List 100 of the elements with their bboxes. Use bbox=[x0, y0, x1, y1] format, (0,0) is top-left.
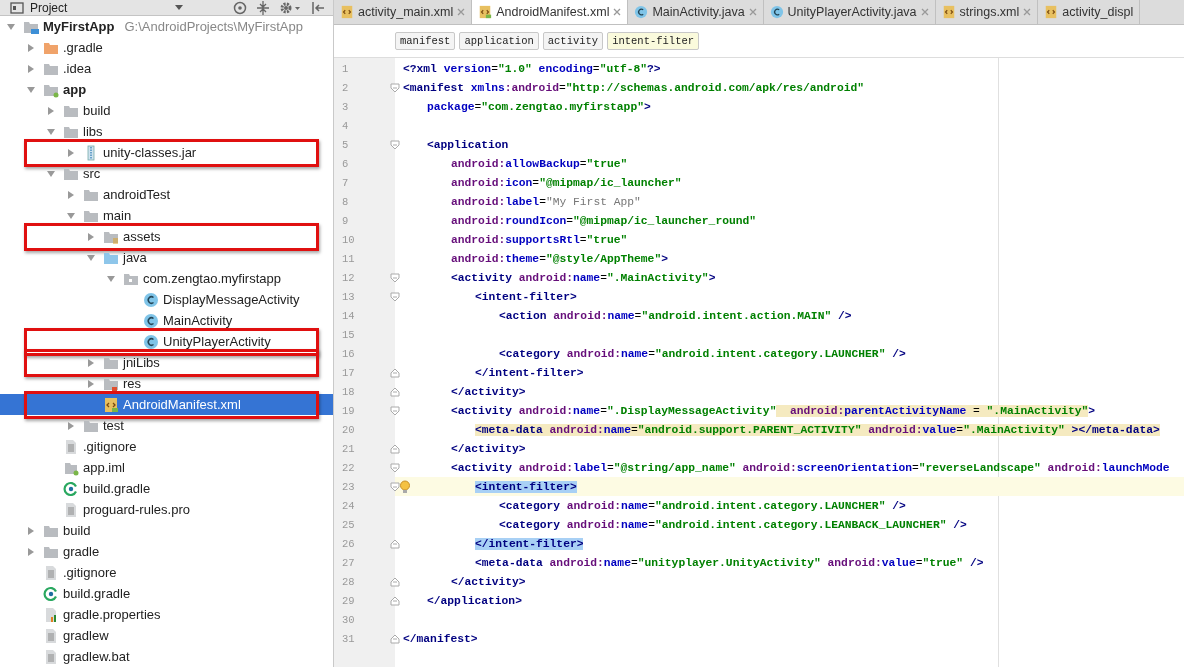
line-number: 30 bbox=[342, 613, 355, 626]
tree-item[interactable]: androidTest bbox=[0, 184, 333, 205]
tree-item[interactable]: proguard-rules.pro bbox=[0, 499, 333, 520]
tree-item[interactable]: unity-classes.jar bbox=[0, 142, 333, 163]
close-icon[interactable] bbox=[920, 8, 929, 16]
fold-start-icon[interactable] bbox=[390, 481, 400, 492]
collapsed-arrow-icon[interactable] bbox=[86, 378, 96, 389]
tree-item[interactable]: build bbox=[0, 100, 333, 121]
item-label: proguard-rules.pro bbox=[83, 502, 190, 517]
tree-item[interactable]: app bbox=[0, 79, 333, 100]
editor-tab[interactable]: strings.xml bbox=[935, 0, 1039, 24]
tree-item[interactable]: test bbox=[0, 415, 333, 436]
code-line: <activity android:name=".MainActivity"> bbox=[450, 271, 716, 284]
expanded-arrow-icon[interactable] bbox=[106, 273, 116, 284]
collapsed-arrow-icon[interactable] bbox=[26, 546, 36, 557]
hide-panel-icon[interactable] bbox=[311, 0, 325, 15]
line-number: 2 bbox=[342, 81, 349, 94]
tree-item[interactable]: main bbox=[0, 205, 333, 226]
fold-end-icon[interactable] bbox=[390, 443, 400, 454]
tree-item[interactable]: build bbox=[0, 520, 333, 541]
breadcrumb[interactable]: activity bbox=[542, 32, 604, 50]
settings-icon[interactable] bbox=[279, 0, 301, 15]
item-label: .gradle bbox=[63, 40, 103, 55]
fold-start-icon[interactable] bbox=[390, 139, 400, 150]
tree-item[interactable]: gradlew.bat bbox=[0, 646, 333, 667]
tree-item[interactable]: libs bbox=[0, 121, 333, 142]
tree-item[interactable]: build.gradle bbox=[0, 583, 333, 604]
collapsed-arrow-icon[interactable] bbox=[86, 357, 96, 368]
fold-end-icon[interactable] bbox=[390, 595, 400, 606]
expanded-arrow-icon[interactable] bbox=[6, 21, 16, 32]
expanded-arrow-icon[interactable] bbox=[46, 168, 56, 179]
editor-tab[interactable]: activity_displ bbox=[1038, 0, 1141, 24]
fold-start-icon[interactable] bbox=[390, 82, 400, 93]
close-icon[interactable] bbox=[748, 8, 757, 16]
panel-title[interactable]: Project bbox=[30, 0, 68, 15]
collapsed-arrow-icon[interactable] bbox=[66, 189, 76, 200]
fold-start-icon[interactable] bbox=[390, 272, 400, 283]
fold-end-icon[interactable] bbox=[390, 538, 400, 549]
fold-start-icon[interactable] bbox=[390, 462, 400, 473]
tree-item[interactable]: assets bbox=[0, 226, 333, 247]
expanded-arrow-icon[interactable] bbox=[66, 210, 76, 221]
tree-item[interactable]: java bbox=[0, 247, 333, 268]
collapsed-arrow-icon[interactable] bbox=[66, 420, 76, 431]
editor-tab[interactable]: UnityPlayerActivity.java bbox=[763, 0, 936, 24]
class-icon bbox=[143, 333, 159, 350]
text-file-icon bbox=[43, 564, 59, 581]
dropdown-caret-icon[interactable] bbox=[175, 5, 183, 10]
tree-item[interactable]: res bbox=[0, 373, 333, 394]
close-icon[interactable] bbox=[1023, 8, 1032, 16]
tree-item[interactable]: UnityPlayerActivity bbox=[0, 331, 333, 352]
collapse-all-icon[interactable] bbox=[257, 0, 269, 15]
tree-item[interactable]: MainActivity bbox=[0, 310, 333, 331]
tree-item[interactable]: com.zengtao.myfirstapp bbox=[0, 268, 333, 289]
tree-item[interactable]: .idea bbox=[0, 58, 333, 79]
xml-file-icon bbox=[941, 5, 956, 19]
code-line: <category android:name="android.intent.category.LAUNCHER" /> bbox=[498, 499, 906, 512]
collapsed-arrow-icon[interactable] bbox=[26, 63, 36, 74]
tree-item[interactable]: gradle.properties bbox=[0, 604, 333, 625]
fold-end-icon[interactable] bbox=[390, 576, 400, 587]
editor-tab[interactable]: AndroidManifest.xml bbox=[472, 0, 629, 24]
tree-item[interactable]: DisplayMessageActivity bbox=[0, 289, 333, 310]
tree-item[interactable]: src bbox=[0, 163, 333, 184]
tree-item[interactable]: build.gradle bbox=[0, 478, 333, 499]
breadcrumb[interactable]: application bbox=[459, 32, 539, 50]
collapsed-arrow-icon[interactable] bbox=[26, 42, 36, 53]
line-number: 7 bbox=[342, 176, 349, 189]
locate-icon[interactable] bbox=[233, 0, 247, 15]
expanded-arrow-icon[interactable] bbox=[86, 252, 96, 263]
tree-item[interactable]: jniLibs bbox=[0, 352, 333, 373]
expanded-arrow-icon[interactable] bbox=[26, 84, 36, 95]
tree-item[interactable]: .gitignore bbox=[0, 562, 333, 583]
expanded-arrow-icon[interactable] bbox=[46, 126, 56, 137]
collapsed-arrow-icon[interactable] bbox=[46, 105, 56, 116]
close-icon[interactable] bbox=[613, 8, 622, 16]
tree-item[interactable]: .gradle bbox=[0, 37, 333, 58]
editor-tab[interactable]: MainActivity.java bbox=[628, 0, 764, 24]
tree-item[interactable]: gradlew bbox=[0, 625, 333, 646]
fold-start-icon[interactable] bbox=[390, 291, 400, 302]
tree-item[interactable]: .gitignore bbox=[0, 436, 333, 457]
fold-end-icon[interactable] bbox=[390, 367, 400, 378]
breadcrumb[interactable]: intent-filter bbox=[607, 32, 700, 50]
collapsed-arrow-icon[interactable] bbox=[66, 147, 76, 158]
breadcrumb[interactable]: manifest bbox=[395, 32, 456, 50]
code-line: <category android:name="android.intent.category.LAUNCHER" /> bbox=[498, 347, 906, 360]
item-label: build.gradle bbox=[83, 481, 151, 496]
close-icon[interactable] bbox=[457, 8, 466, 16]
collapsed-arrow-icon[interactable] bbox=[86, 231, 96, 242]
class-icon bbox=[634, 5, 649, 19]
fold-end-icon[interactable] bbox=[390, 386, 400, 397]
item-label: unity-classes.jar bbox=[103, 145, 197, 160]
item-label: java bbox=[123, 250, 147, 265]
fold-start-icon[interactable] bbox=[390, 405, 400, 416]
item-label: app bbox=[63, 82, 87, 97]
collapsed-arrow-icon[interactable] bbox=[26, 525, 36, 536]
tree-item[interactable]: MyFirstApp G:\AndroidProjects\MyFirstApp bbox=[0, 16, 333, 37]
tree-item[interactable]: gradle bbox=[0, 541, 333, 562]
tree-item[interactable]: app.iml bbox=[0, 457, 333, 478]
line-number: 26 bbox=[342, 537, 355, 550]
lightbulb-icon[interactable] bbox=[399, 479, 411, 494]
fold-end-icon[interactable] bbox=[390, 633, 400, 644]
